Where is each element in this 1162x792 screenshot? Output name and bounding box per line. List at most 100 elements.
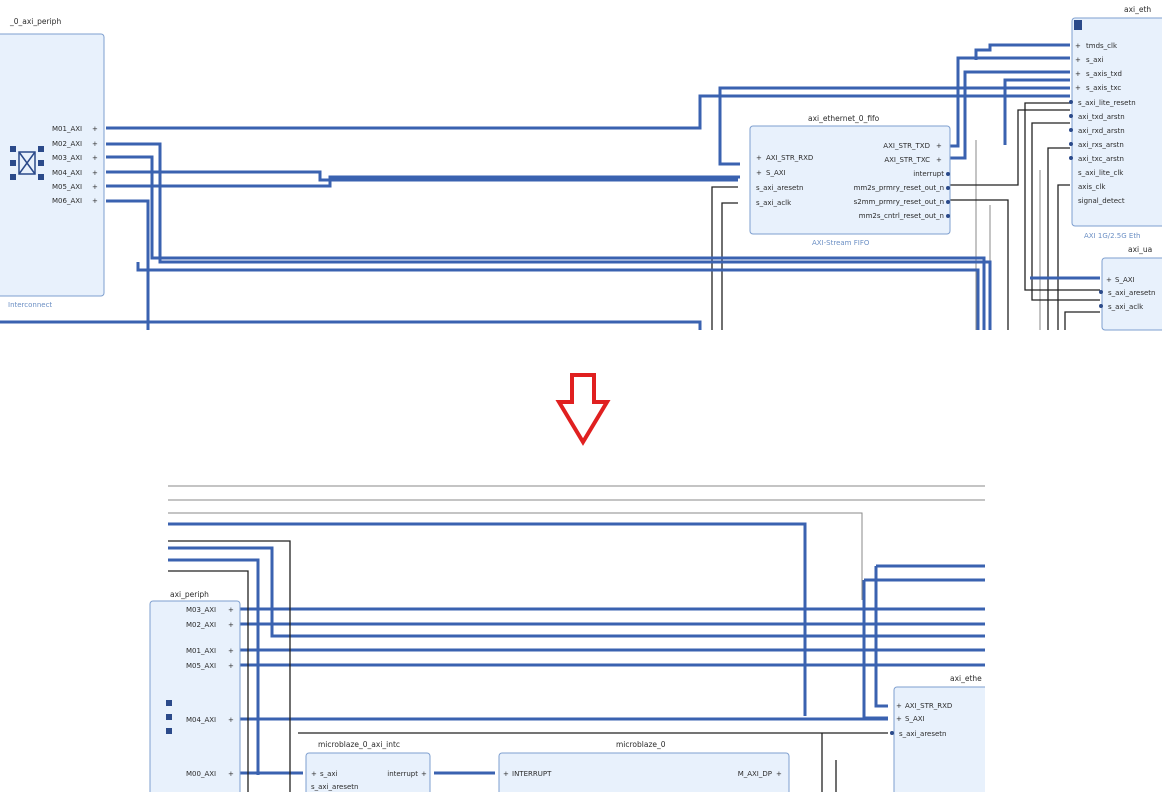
port-plus-icon[interactable]: + [228,770,234,778]
port-label: M05_AXI [186,662,216,670]
port-label: AXI_STR_TXD [883,142,930,150]
port-plus-icon[interactable]: + [1075,42,1081,50]
port-label: s_axi_aresetn [899,730,946,738]
port-plus-icon[interactable]: + [756,169,762,177]
port-label: M05_AXI [52,183,82,191]
port-plus-icon[interactable]: + [1075,70,1081,78]
top-interconnect-title: _0_axi_periph [9,17,61,26]
port-label: s_axis_txc [1086,84,1121,92]
port-label: M01_AXI [186,647,216,655]
bottom-ethernet-title: axi_ethe [950,674,982,683]
crossbar-icon [166,700,172,734]
port-label: axi_txc_arstn [1078,155,1124,163]
port-label: s_axi_aresetn [311,783,358,791]
bottom-intc-block[interactable]: microblaze_0_axi_intc + s_axi s_axi_ares… [305,740,431,792]
port-label: s_axi [320,770,338,778]
port-label: M04_AXI [186,716,216,724]
top-ethernet-block[interactable]: axi_eth AXI 1G/2.5G Eth + tmds_clk + s_a… [1069,5,1162,240]
bottom-interconnect-title: axi_periph [170,590,209,599]
port-plus-icon[interactable]: + [92,197,98,205]
bottom-ethernet-block[interactable]: axi_ethe + AXI_STR_RXD + S_AXI s_axi_are… [890,674,995,792]
uart-title: axi_ua [1128,245,1152,254]
bottom-panel: axi_periph M03_AXI M02_AXI M01_AXI M05_A… [149,470,1162,792]
port-label: axis_clk [1078,183,1106,191]
port-label: s_axi_aclk [1108,303,1144,311]
port-label: s_axis_txd [1086,70,1122,78]
port-label: signal_detect [1078,197,1125,205]
port-plus-icon[interactable]: + [92,125,98,133]
port-label: INTERRUPT [512,770,552,778]
port-plus-icon[interactable]: + [92,169,98,177]
ethernet-title: axi_eth [1124,5,1151,14]
port-plus-icon[interactable]: + [1075,56,1081,64]
port-pin[interactable] [1069,156,1073,160]
port-pin[interactable] [1099,290,1103,294]
port-plus-icon[interactable]: + [228,716,234,724]
port-plus-icon[interactable]: + [1075,84,1081,92]
port-label: M03_AXI [52,154,82,162]
port-pin[interactable] [1069,128,1073,132]
port-plus-icon[interactable]: + [228,647,234,655]
port-label: S_AXI [1115,276,1135,284]
port-plus-icon[interactable]: + [311,770,317,778]
port-label: mm2s_cntrl_reset_out_n [859,212,944,220]
port-plus-icon[interactable]: + [228,621,234,629]
port-pin[interactable] [1069,114,1073,118]
port-label: tmds_clk [1086,42,1118,50]
bottom-microblaze-block[interactable]: microblaze_0 + INTERRUPT M_AXI_DP + [498,740,790,792]
port-label: M02_AXI [52,140,82,148]
port-plus-icon[interactable]: + [228,662,234,670]
port-pin[interactable] [1069,142,1073,146]
port-label: M02_AXI [186,621,216,629]
port-plus-icon[interactable]: + [421,770,427,778]
port-plus-icon[interactable]: + [896,702,902,710]
block-diagram-canvas: _0_axi_periph Interconnect M01_AXI M02_A… [0,5,1162,792]
top-interconnect-block[interactable]: _0_axi_periph Interconnect M01_AXI M02_A… [0,17,105,309]
port-pin[interactable] [1069,100,1073,104]
port-plus-icon[interactable]: + [936,142,942,150]
port-pin[interactable] [946,172,950,176]
port-label: AXI_STR_RXD [766,154,813,162]
bottom-interconnect-block[interactable]: axi_periph M03_AXI M02_AXI M01_AXI M05_A… [149,590,241,792]
port-label: AXI_STR_RXD [905,702,952,710]
port-label: s_axi_aclk [756,199,792,207]
port-label: M04_AXI [52,169,82,177]
port-label: M03_AXI [186,606,216,614]
port-plus-icon[interactable]: + [896,715,902,723]
port-label: axi_rxd_arstn [1078,127,1125,135]
microblaze-title: microblaze_0 [616,740,666,749]
port-plus-icon[interactable]: + [776,770,782,778]
port-plus-icon[interactable]: + [936,156,942,164]
top-uart-block[interactable]: axi_ua + S_AXI s_axi_aresetn s_axi_aclk [1099,245,1162,331]
port-plus-icon[interactable]: + [92,154,98,162]
port-plus-icon[interactable]: + [756,154,762,162]
port-label: s2mm_prmry_reset_out_n [854,198,944,206]
port-label: interrupt [387,770,418,778]
port-pin[interactable] [946,214,950,218]
top-interconnect-footer: Interconnect [8,301,52,309]
port-pin[interactable] [946,186,950,190]
port-plus-icon[interactable]: + [503,770,509,778]
port-plus-icon[interactable]: + [92,140,98,148]
fifo-title: axi_ethernet_0_fifo [808,114,880,123]
top-fifo-block[interactable]: axi_ethernet_0_fifo AXI-Stream FIFO + AX… [749,114,951,247]
fifo-subtitle: AXI-Stream FIFO [812,239,870,247]
ethernet-subtitle: AXI 1G/2.5G Eth [1084,232,1141,240]
port-pin[interactable] [1099,304,1103,308]
port-label: axi_rxs_arstn [1078,141,1124,149]
panel-mask [985,470,1162,792]
down-arrow-icon [555,373,611,446]
port-label: s_axi_aresetn [1108,289,1155,297]
bottom-wires [167,485,985,792]
port-label: interrupt [913,170,944,178]
intc-title: microblaze_0_axi_intc [318,740,400,749]
port-label: S_AXI [766,169,786,177]
port-label: AXI_STR_TXC [884,156,930,164]
port-pin[interactable] [890,731,894,735]
port-plus-icon[interactable]: + [228,606,234,614]
port-label: S_AXI [905,715,925,723]
port-plus-icon[interactable]: + [1106,276,1112,284]
port-plus-icon[interactable]: + [92,183,98,191]
port-pin[interactable] [946,200,950,204]
port-label: s_axi_lite_clk [1078,169,1124,177]
